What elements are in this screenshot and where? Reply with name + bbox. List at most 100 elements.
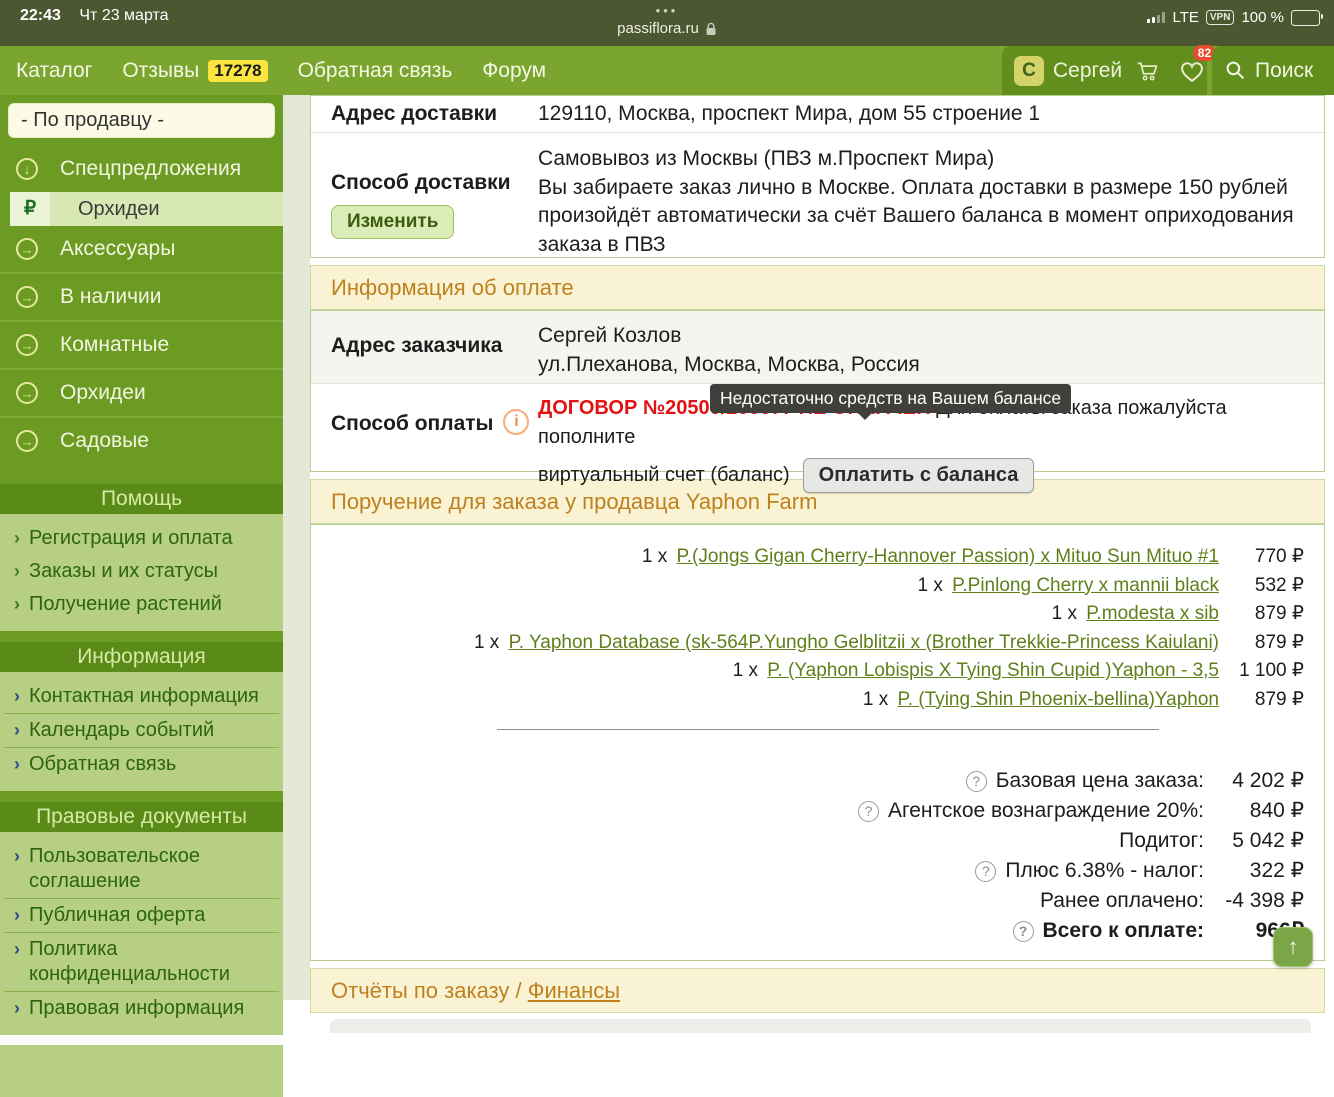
sidebar-item-Спецпредложения[interactable]: ↓Спецпредложения (0, 146, 283, 192)
item-link[interactable]: P. (Yaphon Lobispis X Tying Shin Cupid )… (767, 657, 1219, 686)
items-divider (497, 729, 1159, 730)
help-icon[interactable]: ? (1013, 921, 1034, 942)
address-bar[interactable]: passiflora.ru (0, 20, 1334, 37)
delivery-method-label-cell: Способ доставки Изменить (311, 133, 538, 257)
favorites-button[interactable]: 82 (1178, 58, 1206, 84)
url-text: passiflora.ru (617, 20, 699, 37)
sidebar-item-label: Аксессуары (60, 237, 175, 261)
sidebar-link-label: Пользовательское соглашение (29, 844, 269, 894)
order-items-panel: 1 x P.(Jongs Gigan Cherry-Hannover Passi… (310, 524, 1325, 961)
heart-icon (1178, 58, 1206, 84)
item-price: 879 ₽ (1219, 600, 1304, 629)
total-row: Ранее оплачено: -4 398 ₽ (311, 886, 1304, 916)
sidebar-link[interactable]: ›Заказы и их статусы (0, 555, 283, 588)
nav-item-Обратная связь[interactable]: Обратная связь (298, 59, 453, 83)
main-content: Адрес доставки 129110, Москва, проспект … (310, 95, 1325, 1033)
total-row: Подитог: 5 042 ₽ (311, 826, 1304, 856)
info-icon[interactable]: i (503, 409, 529, 435)
network-type: LTE (1172, 9, 1198, 26)
sidebar-link[interactable]: ›Контактная информация (4, 680, 279, 714)
nav-item-Каталог[interactable]: Каталог (16, 59, 92, 83)
circle-arrow-right-icon: → (16, 430, 38, 452)
sidebar-link[interactable]: ›Политика конфиденциальности (4, 933, 279, 992)
total-label: Ранее оплачено: (1040, 886, 1204, 916)
total-row: ?Агентское вознаграждение 20%: 840 ₽ (311, 796, 1304, 826)
sidebar-link[interactable]: ›Календарь событий (4, 714, 279, 748)
sidebar-section-title: Помощь (0, 484, 283, 514)
search-button[interactable]: Поиск (1212, 46, 1334, 95)
balance-tooltip: Недостаточно средств на Вашем балансе (710, 384, 1071, 413)
cart-button[interactable] (1135, 58, 1161, 84)
help-icon[interactable]: ? (975, 861, 996, 882)
sidebar-link-label: Получение растений (29, 592, 222, 617)
chevron-right-icon: › (14, 684, 20, 709)
finance-link[interactable]: Финансы (528, 978, 620, 1003)
circle-arrow-down-icon: ↓ (16, 158, 38, 180)
sidebar-link[interactable]: ›Правовая информация (4, 992, 279, 1025)
sidebar-link[interactable]: ›Обратная связь (4, 748, 279, 781)
order-item-row: 1 x P.modesta x sib879 ₽ (311, 600, 1324, 629)
sidebar-item-Садовые[interactable]: →Садовые (0, 416, 283, 464)
total-label: Подитог: (1119, 826, 1204, 856)
payment-info-header: Информация об оплате (310, 265, 1325, 310)
user-name[interactable]: Сергей (1053, 59, 1122, 83)
content-gap (283, 95, 310, 1000)
sidebar: - По продавцу - ↓Спецпредложения₽Орхидеи… (0, 95, 283, 1000)
tab-dots-icon: ••• (0, 5, 1334, 17)
reviews-count-badge: 17278 (208, 60, 267, 82)
sidebar-item-Комнатные[interactable]: →Комнатные (0, 320, 283, 368)
help-icon[interactable]: ? (966, 771, 987, 792)
nav-item-Форум[interactable]: Форум (482, 59, 546, 83)
item-price: 532 ₽ (1219, 572, 1304, 601)
sidebar-item-Орхидеи[interactable]: → Орхидеи (0, 368, 283, 416)
sidebar-link[interactable]: ›Пользовательское соглашение (4, 840, 279, 899)
sidebar-link[interactable]: ›Публичная оферта (4, 899, 279, 933)
sidebar-link[interactable]: ›Регистрация и оплата (0, 522, 283, 555)
item-link[interactable]: P. Yaphon Database (sk-564P.Yungho Gelbl… (509, 629, 1219, 658)
item-link[interactable]: P. (Tying Shin Phoenix-bellina)Yaphon (898, 686, 1219, 715)
scroll-to-top-button[interactable]: ↑ (1273, 927, 1313, 967)
status-center: ••• passiflora.ru (0, 5, 1334, 37)
circle-arrow-right-icon: → (16, 382, 38, 404)
sidebar-item-label: В наличии (60, 285, 162, 309)
total-value: 5 042 ₽ (1204, 826, 1304, 856)
sidebar-item-Орхидеи[interactable]: ₽Орхидеи (10, 192, 283, 226)
sidebar-item-label: Комнатные (60, 333, 169, 357)
seller-filter-select[interactable]: - По продавцу - (8, 103, 275, 138)
avatar[interactable]: C (1014, 56, 1044, 86)
help-icon[interactable]: ? (858, 801, 879, 822)
customer-name: Сергей Козлов (538, 321, 1308, 350)
lock-icon (705, 22, 717, 36)
item-link[interactable]: P.Pinlong Cherry x mannii black (952, 572, 1219, 601)
user-panel[interactable]: C Сергей 82 (1002, 46, 1207, 95)
nav-item-label: Отзывы (122, 59, 199, 83)
item-link[interactable]: P.modesta x sib (1086, 600, 1219, 629)
total-row: ?Базовая цена заказа: 4 202 ₽ (311, 766, 1304, 796)
circle-arrow-right-icon: → (16, 286, 38, 308)
nav-item-label: Обратная связь (298, 59, 453, 83)
item-link[interactable]: P.(Jongs Gigan Cherry-Hannover Passion) … (677, 543, 1219, 572)
chevron-right-icon: › (14, 844, 20, 894)
item-qty: 1 x (474, 629, 505, 658)
collapsed-panel-bar (330, 1019, 1311, 1033)
sidebar-link[interactable]: › Получение растений (0, 588, 283, 621)
pay-from-balance-button[interactable]: Оплатить с баланса (803, 458, 1035, 493)
sidebar-item-label: Орхидеи (60, 381, 146, 405)
delivery-address-row: Адрес доставки 129110, Москва, проспект … (311, 96, 1324, 133)
delivery-panel: Адрес доставки 129110, Москва, проспект … (310, 95, 1325, 258)
sidebar-item-Аксессуары[interactable]: →Аксессуары (0, 226, 283, 272)
cell-signal-icon (1147, 12, 1165, 23)
cart-icon (1135, 58, 1161, 84)
nav-item-Отзывы[interactable]: Отзывы 17278 (122, 59, 267, 83)
chevron-right-icon: › (14, 592, 20, 617)
delivery-method-value: Самовывоз из Москвы (ПВЗ м.Проспект Мира… (538, 133, 1324, 257)
sidebar-item-В наличии[interactable]: → В наличии (0, 272, 283, 320)
order-item-row: 1 x P. (Yaphon Lobispis X Tying Shin Cup… (311, 657, 1324, 686)
order-item-row: 1 x P.(Jongs Gigan Cherry-Hannover Passi… (311, 543, 1324, 572)
sidebar-link-label: Политика конфиденциальности (29, 937, 269, 987)
delivery-address-value: 129110, Москва, проспект Мира, дом 55 ст… (538, 100, 1324, 129)
ruble-icon: ₽ (10, 192, 50, 226)
status-bar: 22:43 Чт 23 марта ••• passiflora.ru LTE … (0, 0, 1334, 46)
total-value: 4 202 ₽ (1204, 766, 1304, 796)
change-delivery-button[interactable]: Изменить (331, 205, 454, 239)
